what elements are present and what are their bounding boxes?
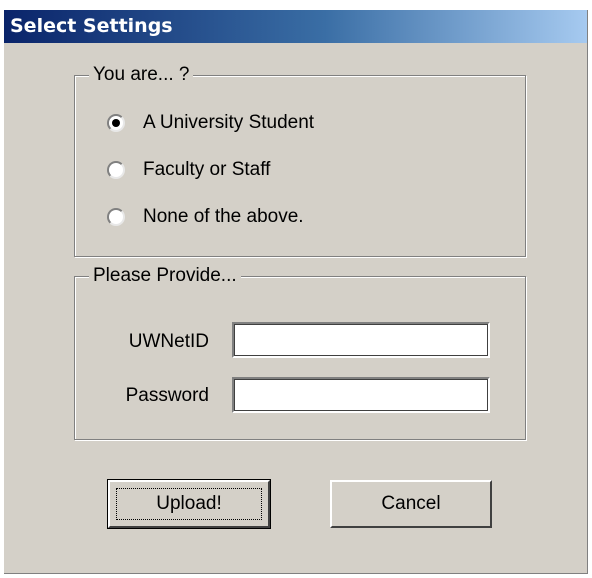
radio-label-faculty: Faculty or Staff — [143, 159, 271, 180]
cancel-button-label: Cancel — [381, 493, 441, 514]
dialog-title: Select Settings — [10, 15, 173, 37]
radio-button-faculty[interactable] — [107, 161, 125, 179]
netid-label: UWNetID — [128, 331, 209, 352]
radio-label-student: A University Student — [143, 112, 315, 133]
radio-option-faculty[interactable]: Faculty or Staff — [107, 157, 270, 183]
upload-button-label: Upload! — [156, 493, 222, 514]
radio-button-student[interactable] — [107, 114, 125, 132]
credentials-group-legend: Please Provide... — [89, 265, 241, 287]
radio-label-none: None of the above. — [143, 206, 304, 227]
password-label: Password — [125, 385, 209, 406]
password-input[interactable] — [232, 377, 490, 413]
settings-dialog: Select Settings You are... ? A Universit… — [4, 10, 588, 574]
netid-input[interactable] — [232, 322, 490, 358]
role-groupbox: You are... ? A University Student Facult… — [74, 64, 526, 257]
radio-option-student[interactable]: A University Student — [107, 110, 314, 136]
upload-button[interactable]: Upload! — [107, 479, 271, 529]
dialog-titlebar[interactable]: Select Settings — [4, 10, 587, 43]
role-group-legend: You are... ? — [89, 64, 194, 86]
cancel-button[interactable]: Cancel — [330, 480, 492, 528]
radio-option-none[interactable]: None of the above. — [107, 204, 304, 230]
radio-button-none[interactable] — [107, 208, 125, 226]
credentials-groupbox: Please Provide... UWNetID Password — [74, 265, 526, 440]
